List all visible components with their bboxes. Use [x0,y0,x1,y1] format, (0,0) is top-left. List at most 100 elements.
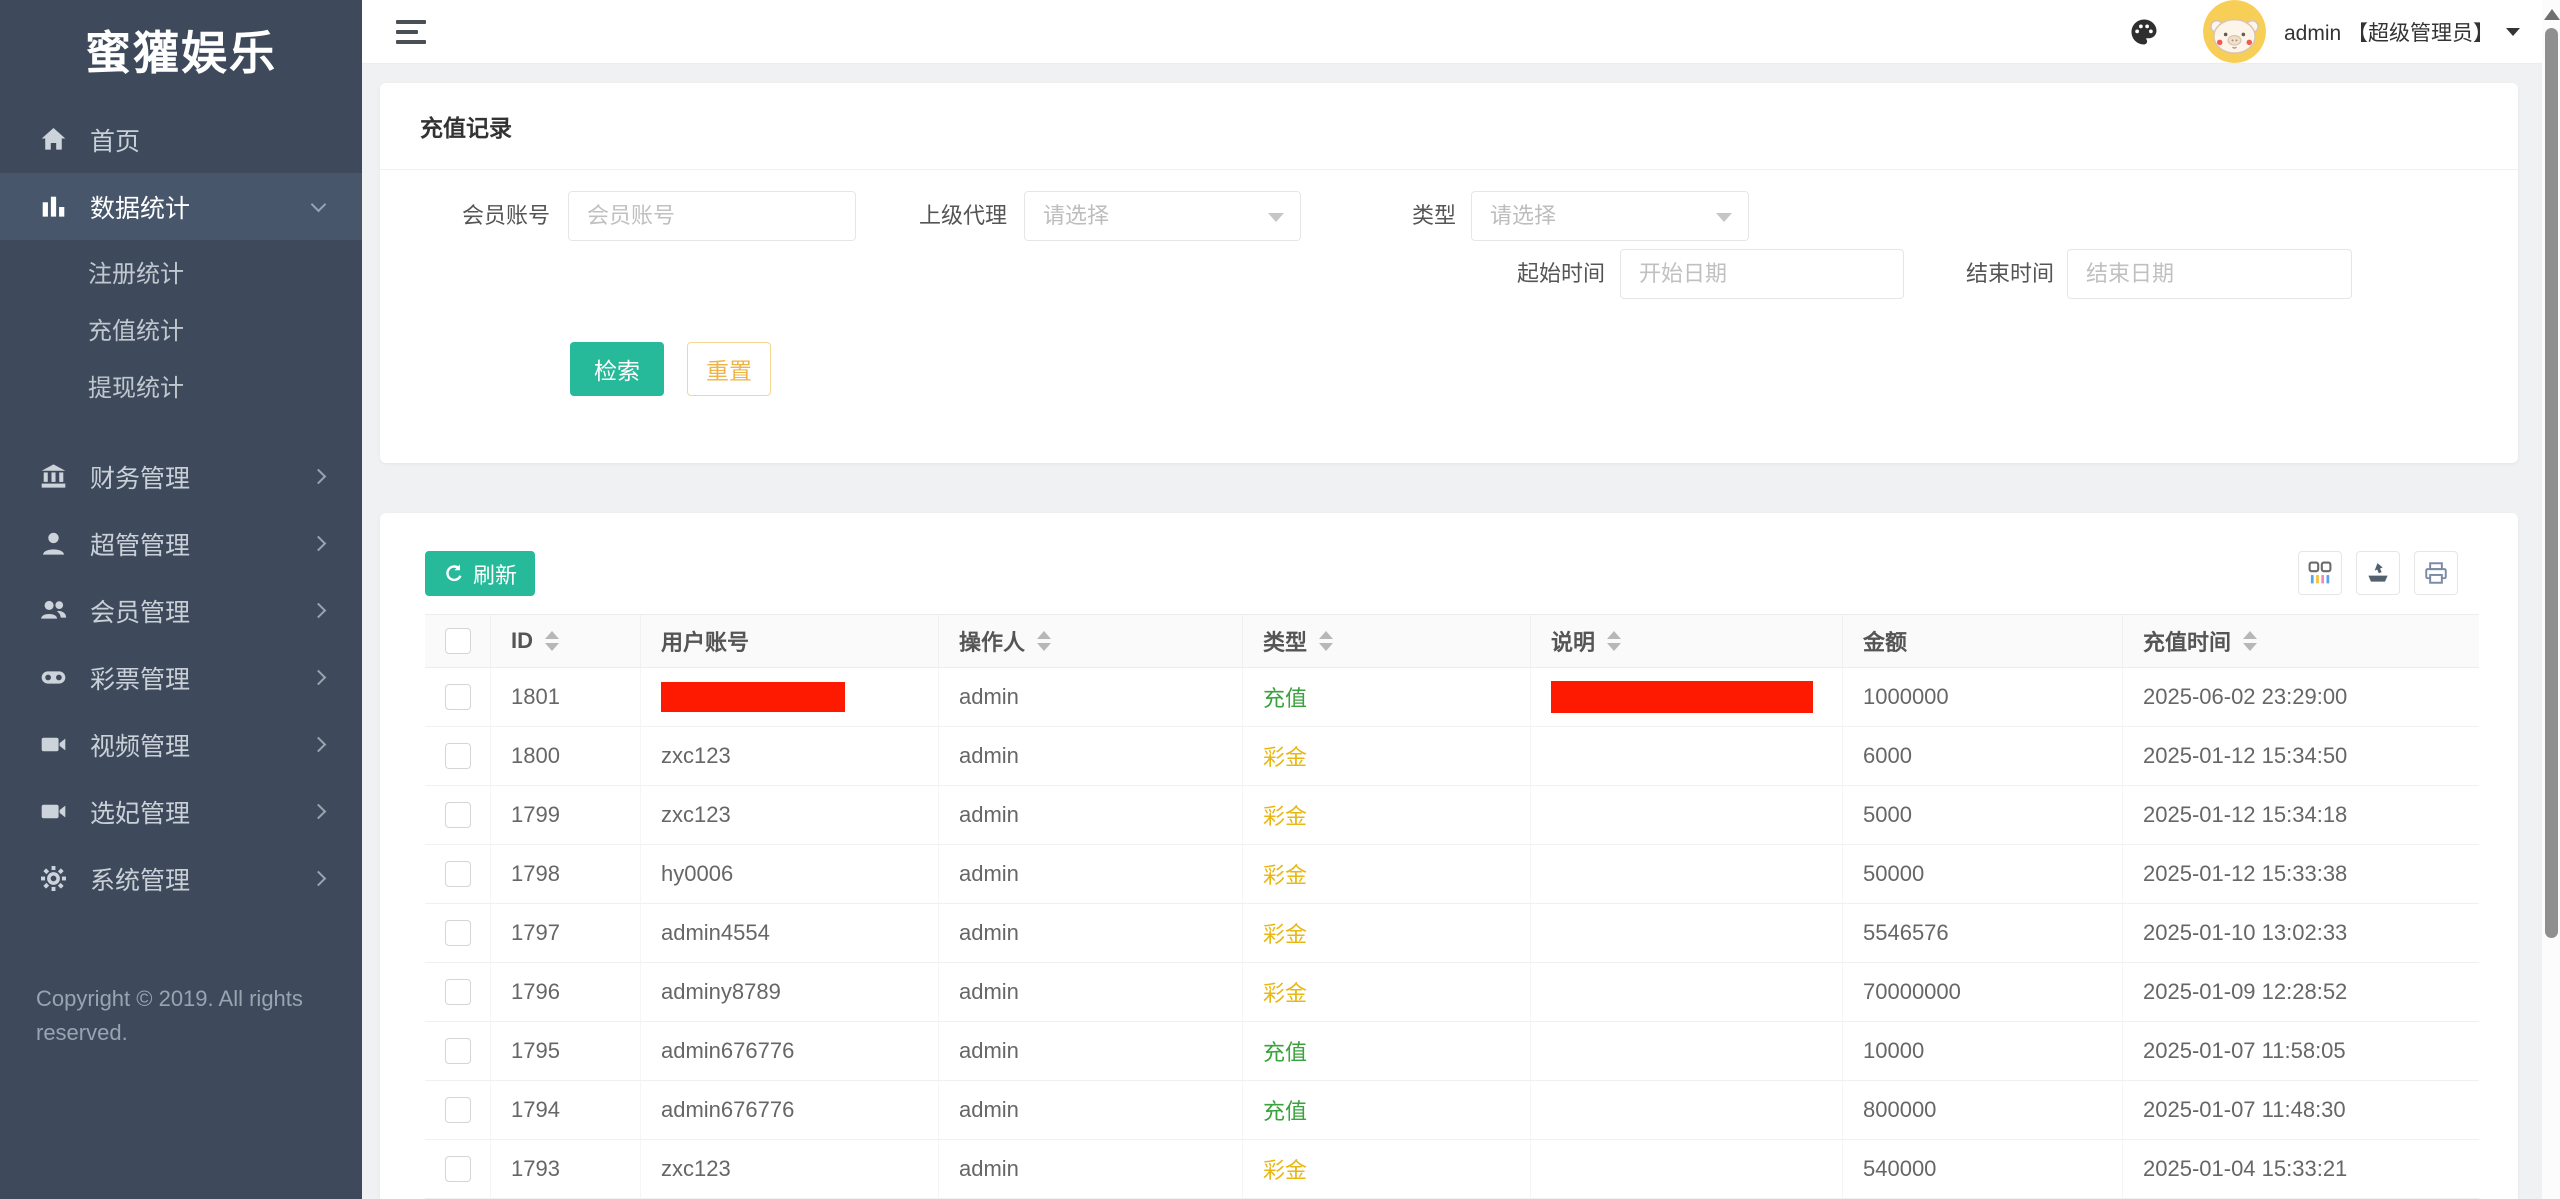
table-row: 1799zxc123admin彩金50002025-01-12 15:34:18 [425,786,2479,845]
sidebar-item-label: 数据统计 [90,189,190,225]
table-card: 刷新 ID用户账号操作人类型说 [380,513,2518,1199]
cell-amount: 6000 [1843,727,2123,786]
sort-icon[interactable] [1319,631,1333,651]
row-checkbox[interactable] [445,920,471,946]
member-account-input[interactable] [568,191,856,241]
print-icon[interactable] [2414,551,2458,595]
chevron-right-icon [311,670,327,686]
col-header-amount: 金额 [1843,615,2123,668]
sidebar-item-video[interactable]: 视频管理 [0,711,362,778]
table-row: 1796adminy8789admin彩金700000002025-01-09 … [425,963,2479,1022]
cell-id: 1793 [491,1140,641,1199]
sidebar-subitem-register-stats[interactable]: 注册统计 [0,246,362,303]
sidebar-item-label: 视频管理 [90,727,190,763]
header-checkbox-cell [425,615,491,668]
cell-type: 彩金 [1243,1140,1531,1199]
type-select-value: 请选择 [1490,203,1556,228]
refresh-button[interactable]: 刷新 [425,551,535,596]
sidebar-item-data-stats[interactable]: 数据统计 [0,173,362,240]
cell-desc [1531,904,1843,963]
row-checkbox[interactable] [445,979,471,1005]
sidebar-subitem-withdraw-stats[interactable]: 提现统计 [0,360,362,417]
topbar-right: admin 【超级管理员】 [2129,0,2520,63]
row-checkbox[interactable] [445,684,471,710]
parent-agent-select[interactable]: 请选择 [1024,191,1301,241]
sidebar-item-label: 首页 [90,122,140,158]
table-row: 1795admin676776admin充值100002025-01-07 11… [425,1022,2479,1081]
user-menu[interactable]: admin 【超级管理员】 [2284,17,2494,47]
row-checkbox[interactable] [445,1156,471,1182]
cell-account: admin676776 [641,1022,939,1081]
refresh-icon [443,563,465,585]
cell-type: 彩金 [1243,904,1531,963]
col-label: 充值时间 [2143,625,2231,657]
chevron-right-icon [311,871,327,887]
chevron-down-icon [1716,213,1732,222]
main-area: admin 【超级管理员】 充值记录 会员账号 上级代理 请选择 类型 请选择 [362,0,2560,1199]
chevron-down-icon [311,197,327,213]
end-date-input[interactable] [2067,249,2352,299]
row-checkbox-cell [425,727,491,786]
theme-palette-icon[interactable] [2129,17,2159,47]
sidebar-item-home[interactable]: 首页 [0,106,362,173]
sort-icon[interactable] [2243,631,2257,651]
cell-type: 充值 [1243,668,1531,727]
sidebar-item-members[interactable]: 会员管理 [0,577,362,644]
export-icon[interactable] [2356,551,2400,595]
search-button[interactable]: 检索 [570,342,664,396]
scrollbar-thumb[interactable] [2545,28,2558,938]
scrollbar-up-arrow-icon[interactable] [2544,9,2560,20]
col-label: 金额 [1863,625,1907,657]
chevron-right-icon [311,536,327,552]
row-checkbox[interactable] [445,1038,471,1064]
topbar: admin 【超级管理员】 [362,0,2560,64]
row-checkbox[interactable] [445,1097,471,1123]
table-row: 1798hy0006admin彩金500002025-01-12 15:33:3… [425,845,2479,904]
member-account-label: 会员账号 [462,191,550,241]
cell-time: 2025-01-04 15:33:21 [2123,1140,2479,1199]
sidebar-item-finance[interactable]: 财务管理 [0,443,362,510]
reset-button[interactable]: 重置 [687,342,771,396]
cell-time: 2025-01-12 15:34:50 [2123,727,2479,786]
caret-down-icon[interactable] [2506,28,2520,36]
row-checkbox-cell [425,904,491,963]
cell-desc [1531,1140,1843,1199]
cell-amount: 800000 [1843,1081,2123,1140]
menu-toggle-icon[interactable] [396,14,430,50]
sort-icon[interactable] [1037,631,1051,651]
sidebar-item-lottery[interactable]: 彩票管理 [0,644,362,711]
start-date-input[interactable] [1620,249,1904,299]
col-header-type: 类型 [1243,615,1531,668]
cell-time: 2025-01-12 15:33:38 [2123,845,2479,904]
row-checkbox[interactable] [445,802,471,828]
cell-operator: admin [939,1081,1243,1140]
row-checkbox[interactable] [445,743,471,769]
chevron-right-icon [311,469,327,485]
select-all-checkbox[interactable] [445,628,471,654]
cell-account: zxc123 [641,1140,939,1199]
cell-operator: admin [939,727,1243,786]
columns-filter-icon[interactable] [2298,551,2342,595]
data-table: ID用户账号操作人类型说明金额充值时间 1801admin充值100000020… [425,614,2479,1199]
row-checkbox[interactable] [445,861,471,887]
sidebar-item-super-admin[interactable]: 超管管理 [0,510,362,577]
cell-desc [1531,786,1843,845]
col-label: 类型 [1263,625,1307,657]
sidebar-item-xuanfei[interactable]: 选妃管理 [0,778,362,845]
sidebar-submenu: 注册统计充值统计提现统计 [0,240,362,443]
sort-icon[interactable] [545,631,559,651]
type-select[interactable]: 请选择 [1471,191,1749,241]
sort-icon[interactable] [1607,631,1621,651]
cell-time: 2025-01-09 12:28:52 [2123,963,2479,1022]
row-checkbox-cell [425,1022,491,1081]
cell-amount: 1000000 [1843,668,2123,727]
user-avatar[interactable] [2203,0,2266,63]
sidebar-item-label: 会员管理 [90,593,190,629]
cell-id: 1795 [491,1022,641,1081]
user-icon [40,530,70,558]
sidebar-item-system[interactable]: 系统管理 [0,845,362,912]
sidebar-subitem-recharge-stats[interactable]: 充值统计 [0,303,362,360]
cell-time: 2025-01-12 15:34:18 [2123,786,2479,845]
cell-operator: admin [939,1022,1243,1081]
scrollbar[interactable] [2542,0,2560,1199]
